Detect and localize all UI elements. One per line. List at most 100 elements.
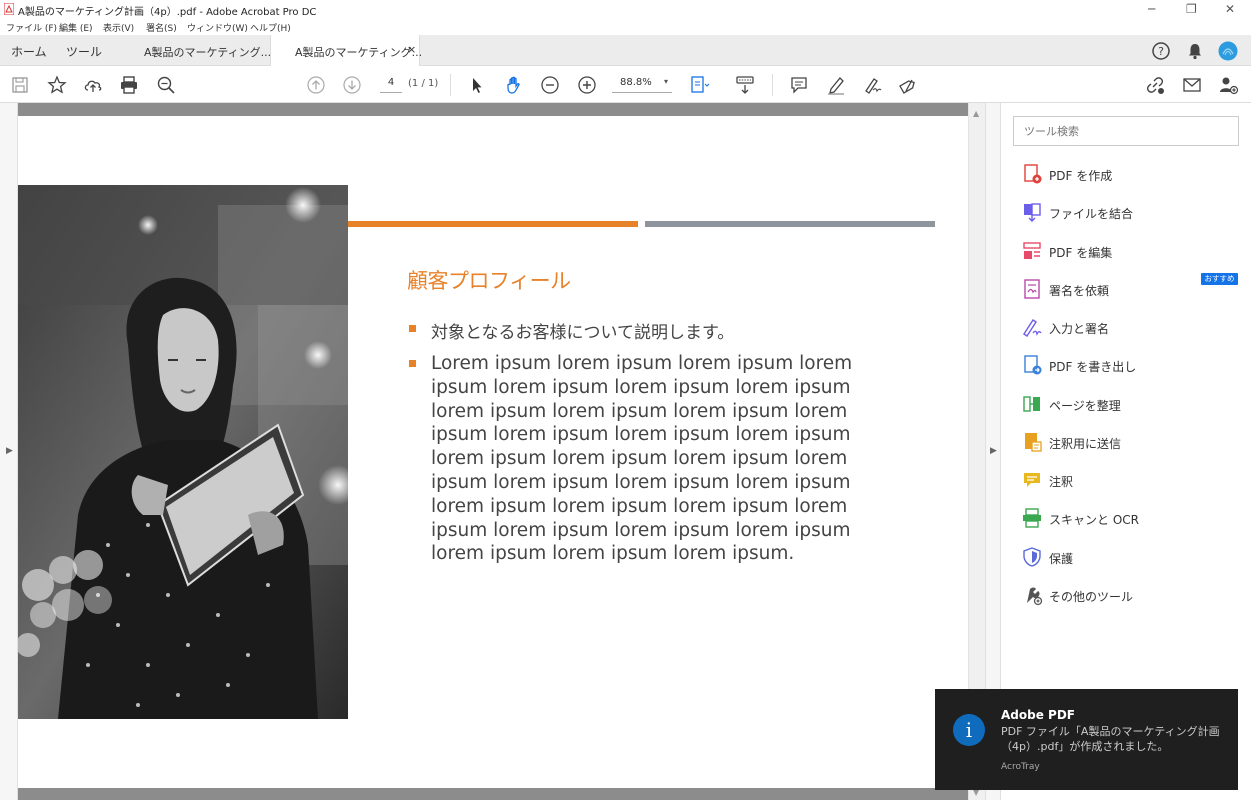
highlight-pen-icon[interactable]	[825, 74, 847, 96]
tool-item-protect[interactable]: 保護	[1021, 546, 1241, 570]
svg-text:?: ?	[1158, 45, 1164, 58]
page-number-input[interactable]: 4	[380, 77, 402, 93]
tab-document-2-label: A製品のマーケティング...	[295, 46, 423, 59]
tool-item-label: 入力と署名	[1049, 322, 1110, 336]
collapse-right-panel-icon[interactable]: ▶	[990, 446, 997, 456]
organize-pages-icon	[1023, 396, 1040, 412]
title-bar: A製品のマーケティング計画（4p）.pdf - Adobe Acrobat Pr…	[0, 0, 1251, 20]
tool-item-label: 保護	[1049, 552, 1074, 566]
menu-bar: ファイル (F) 編集 (E) 表示(V) 署名(S) ウィンドウ(W) ヘルプ…	[0, 20, 1251, 35]
more-tools-icon	[1025, 587, 1043, 606]
previous-page-icon[interactable]	[305, 74, 327, 96]
tool-item-create-pdf[interactable]: PDF を作成	[1021, 163, 1241, 187]
scan-ocr-icon	[1023, 508, 1041, 528]
toolbar-divider	[450, 74, 451, 96]
comment-icon[interactable]	[788, 74, 810, 96]
expand-left-panel-icon[interactable]: ▶	[6, 446, 13, 456]
accent-bar-grey	[645, 221, 935, 227]
user-avatar-icon[interactable]	[1218, 41, 1238, 61]
main-toolbar: 4 (1 / 1) 88.8% ▾	[0, 66, 1251, 103]
close-window-button[interactable]: ✕	[1225, 2, 1235, 16]
recommended-badge: おすすめ	[1201, 273, 1238, 285]
tool-item-label: 署名を依頼	[1049, 284, 1110, 298]
share-link-icon[interactable]	[1144, 74, 1166, 96]
select-pointer-icon[interactable]	[466, 74, 488, 96]
tool-item-combine-files[interactable]: ファイルを結合	[1021, 201, 1241, 225]
bullet-text-2: Lorem ipsum lorem ipsum lorem ipsum lore…	[431, 353, 853, 565]
comment-icon	[1024, 473, 1040, 487]
send-comments-icon	[1025, 433, 1042, 452]
left-panel-toggle[interactable]: ▶	[0, 103, 18, 800]
menu-file[interactable]: ファイル (F)	[6, 21, 57, 34]
toast-message: PDF ファイル「A製品のマーケティング計画（4p）.pdf」が作成されました。	[1001, 725, 1220, 753]
tool-item-edit-pdf[interactable]: PDF を編集	[1021, 240, 1241, 264]
tool-item-label: スキャンと OCR	[1049, 513, 1139, 527]
tool-item-label: その他のツール	[1049, 590, 1134, 604]
toolbar-divider	[772, 74, 773, 96]
notifications-bell-icon[interactable]	[1185, 41, 1205, 61]
help-icon[interactable]: ?	[1151, 41, 1171, 61]
zoom-level-dropdown[interactable]: 88.8% ▾	[612, 77, 672, 93]
tool-item-label: PDF を編集	[1049, 246, 1113, 260]
menu-sign[interactable]: 署名(S)	[146, 21, 177, 34]
edit-share-icon[interactable]	[897, 74, 919, 96]
tool-item-send-comments[interactable]: 注釈用に送信	[1021, 431, 1241, 455]
email-envelope-icon[interactable]	[1181, 74, 1203, 96]
tool-item-more-tools[interactable]: その他のツール	[1021, 584, 1241, 608]
page-bottom-band	[18, 788, 968, 800]
combine-files-icon	[1024, 203, 1041, 222]
notification-toast[interactable]: i Adobe PDF PDF ファイル「A製品のマーケティング計画（4p）.p…	[935, 689, 1238, 790]
tab-document-1[interactable]: A製品のマーケティング...	[120, 35, 272, 66]
export-pdf-icon	[1024, 355, 1042, 375]
tool-item-label: 注釈用に送信	[1049, 437, 1122, 451]
bullet-text-1: 対象となるお客様について説明します。	[431, 323, 735, 343]
tab-document-1-label: A製品のマーケティング...	[144, 46, 272, 59]
pdf-page: 顧客プロフィール 対象となるお客様について説明します。 Lorem ipsum …	[18, 103, 968, 800]
info-icon: i	[953, 714, 985, 746]
menu-edit[interactable]: 編集 (E)	[59, 21, 93, 34]
scroll-up-icon[interactable]: ▲	[973, 109, 979, 118]
menu-help[interactable]: ヘルプ(H)	[250, 21, 291, 34]
bullet-marker	[409, 360, 416, 367]
tool-item-label: ページを整理	[1049, 399, 1121, 413]
tab-document-2[interactable]: A製品のマーケティング... ×	[270, 35, 423, 66]
tool-item-scan-ocr[interactable]: スキャンと OCR	[1021, 507, 1241, 531]
woman-with-tablet-photo	[18, 185, 348, 719]
hand-tool-icon[interactable]	[503, 74, 525, 96]
zoom-level-value: 88.8%	[620, 77, 652, 88]
fill-sign-pen-icon[interactable]	[861, 74, 883, 96]
tool-item-export-pdf[interactable]: PDF を書き出し	[1021, 354, 1241, 378]
tab-close-button[interactable]: ×	[407, 43, 416, 56]
save-icon[interactable]	[9, 74, 31, 96]
restore-button[interactable]: ❐	[1186, 2, 1197, 16]
tab-tools[interactable]: ツール	[66, 43, 102, 60]
bullet-marker	[409, 325, 416, 332]
page-count: (1 / 1)	[408, 78, 439, 89]
zoom-search-icon[interactable]	[155, 74, 177, 96]
document-viewer: ▶ 顧客プロフィール 対象となるお客様について説明します。 Lorem ipsu…	[0, 103, 985, 800]
acrobat-app-icon	[4, 3, 14, 15]
next-page-icon[interactable]	[341, 74, 363, 96]
minimize-button[interactable]: ─	[1148, 2, 1155, 16]
page-fit-icon[interactable]	[688, 74, 710, 96]
protect-icon	[1023, 547, 1041, 567]
menu-view[interactable]: 表示(V)	[103, 21, 134, 34]
zoom-in-icon[interactable]	[576, 74, 598, 96]
print-icon[interactable]	[118, 74, 140, 96]
tool-item-fill-sign[interactable]: 入力と署名	[1021, 316, 1241, 340]
accent-bar-orange	[348, 221, 638, 227]
toast-source: AcroTray	[1001, 762, 1040, 772]
keyboard-scroll-icon[interactable]	[734, 74, 756, 96]
tool-item-label: PDF を作成	[1049, 169, 1113, 183]
cloud-upload-icon[interactable]	[82, 74, 104, 96]
add-user-icon[interactable]	[1217, 74, 1239, 96]
zoom-out-icon[interactable]	[539, 74, 561, 96]
tool-search-input[interactable]	[1013, 116, 1239, 146]
tab-home[interactable]: ホーム	[11, 43, 47, 60]
request-signature-icon	[1024, 279, 1040, 299]
menu-window[interactable]: ウィンドウ(W)	[187, 21, 248, 34]
window-title: A製品のマーケティング計画（4p）.pdf - Adobe Acrobat Pr…	[18, 7, 317, 18]
tool-item-comment[interactable]: 注釈	[1021, 469, 1241, 493]
bookmark-star-icon[interactable]	[46, 74, 68, 96]
tool-item-organize-pages[interactable]: ページを整理	[1021, 393, 1241, 417]
